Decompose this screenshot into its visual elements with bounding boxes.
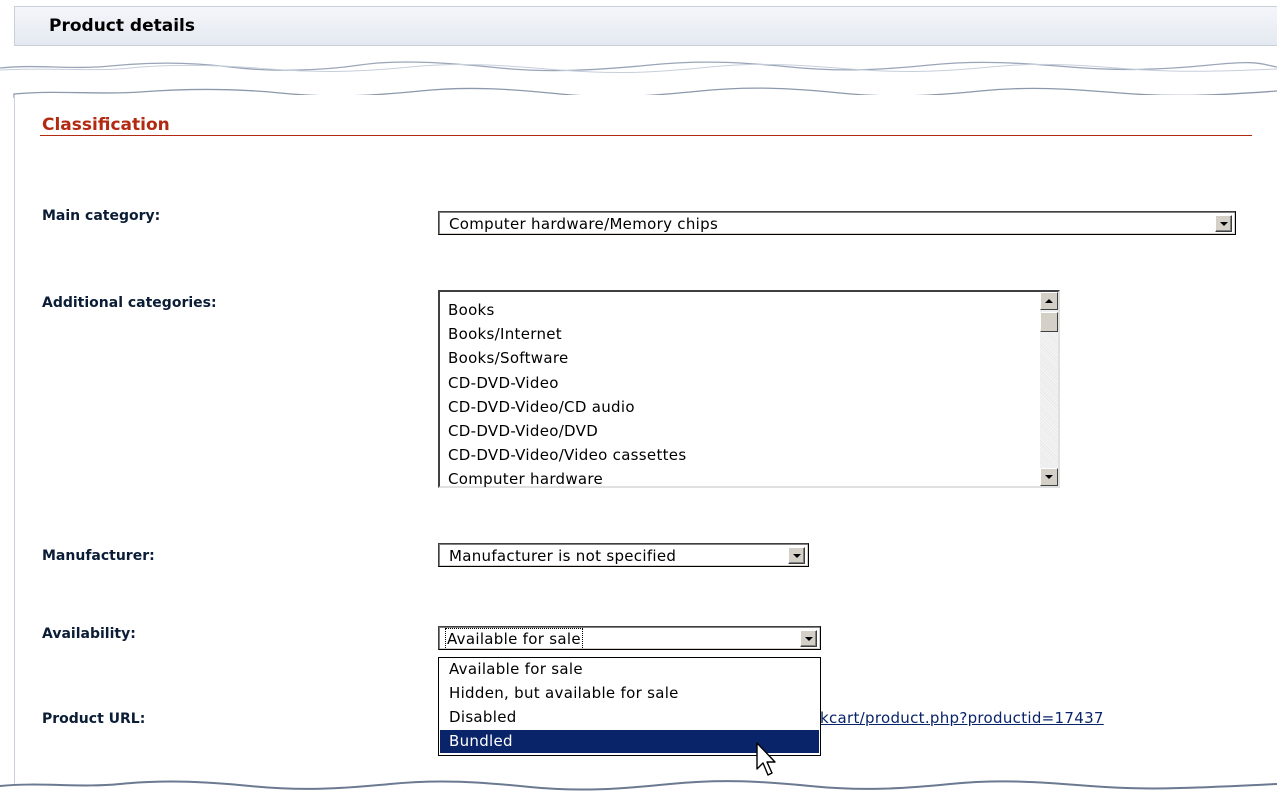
list-item[interactable]: Books/Software bbox=[448, 346, 686, 370]
manufacturer-select[interactable]: Manufacturer is not specified bbox=[438, 543, 809, 567]
product-url-link[interactable]: kcart/product.php?productid=17437 bbox=[820, 709, 1104, 727]
section-divider bbox=[40, 135, 1252, 136]
list-item[interactable]: CD-DVD-Video/Video cassettes bbox=[448, 443, 686, 467]
mouse-pointer-icon bbox=[756, 742, 776, 776]
page-title: Product details bbox=[49, 16, 195, 36]
list-item[interactable]: CD-DVD-Video bbox=[448, 371, 686, 395]
main-category-select[interactable]: Computer hardware/Memory chips bbox=[438, 211, 1236, 235]
list-item[interactable]: Books bbox=[448, 298, 686, 322]
chevron-down-icon[interactable] bbox=[1215, 215, 1232, 232]
product-url-label: Product URL: bbox=[42, 711, 146, 727]
manufacturer-label: Manufacturer: bbox=[42, 548, 155, 564]
section-title: Classification bbox=[42, 115, 170, 135]
main-category-value: Computer hardware/Memory chips bbox=[449, 215, 719, 233]
additional-categories-listbox[interactable]: Books Books/Internet Books/Software CD-D… bbox=[438, 290, 1060, 488]
listbox-scrollbar[interactable] bbox=[1040, 292, 1058, 486]
availability-label: Availability: bbox=[42, 626, 136, 642]
additional-categories-items: Books Books/Internet Books/Software CD-D… bbox=[448, 298, 686, 492]
scroll-down-icon[interactable] bbox=[1040, 468, 1058, 486]
list-item[interactable]: Books/Internet bbox=[448, 322, 686, 346]
dropdown-option[interactable]: Hidden, but available for sale bbox=[440, 682, 819, 705]
list-item[interactable]: Computer hardware bbox=[448, 467, 686, 491]
availability-value: Available for sale bbox=[445, 628, 583, 650]
dropdown-option[interactable]: Available for sale bbox=[440, 658, 819, 681]
torn-edge-top bbox=[0, 61, 1277, 74]
list-item[interactable]: CD-DVD-Video/CD audio bbox=[448, 395, 686, 419]
availability-select[interactable]: Available for sale bbox=[438, 626, 821, 650]
list-item[interactable]: CD-DVD-Video/DVD bbox=[448, 419, 686, 443]
page-header: Product details bbox=[14, 6, 1277, 46]
torn-edge-bottom bbox=[0, 780, 1277, 791]
additional-categories-label: Additional categories: bbox=[42, 295, 217, 311]
main-category-label: Main category: bbox=[42, 208, 161, 224]
manufacturer-value: Manufacturer is not specified bbox=[449, 547, 677, 565]
dropdown-option[interactable]: Disabled bbox=[440, 706, 819, 729]
chevron-down-icon[interactable] bbox=[800, 630, 817, 647]
chevron-down-icon[interactable] bbox=[788, 547, 805, 564]
scroll-up-icon[interactable] bbox=[1040, 292, 1058, 310]
scrollbar-thumb[interactable] bbox=[1040, 312, 1058, 332]
